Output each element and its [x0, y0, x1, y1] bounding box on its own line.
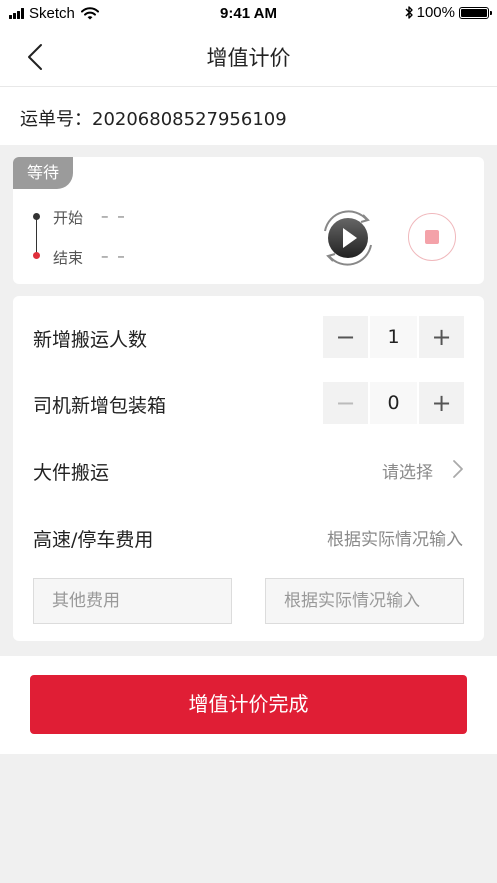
battery-icon — [459, 6, 492, 19]
timeline — [32, 213, 41, 259]
page-title: 增值计价 — [206, 46, 291, 70]
boxes-label: 司机新增包装箱 — [33, 395, 167, 417]
end-label: 结束 — [53, 249, 84, 267]
movers-plus-button[interactable]: + — [419, 316, 464, 358]
status-right: 100% — [404, 4, 492, 21]
start-label: 开始 — [53, 209, 84, 227]
nav-bar: 增值计价 — [0, 28, 497, 87]
start-dot-icon — [33, 213, 40, 220]
other-fee-name-input[interactable] — [33, 578, 232, 624]
boxes-minus-button[interactable]: − — [323, 382, 368, 424]
bottom-action-area: 增值计价完成 — [0, 656, 497, 754]
movers-value: 1 — [370, 316, 417, 358]
status-badge: 等待 — [13, 157, 73, 189]
timer-card: 等待 开始 – – 结束 – – — [13, 157, 484, 284]
order-number-bar: 运单号：20206808527956109 — [0, 87, 497, 145]
large-item-select[interactable]: 请选择 — [382, 458, 433, 483]
movers-label: 新增搬运人数 — [33, 329, 148, 351]
boxes-value: 0 — [370, 382, 417, 424]
boxes-stepper: − 0 + — [323, 382, 464, 424]
complete-pricing-button[interactable]: 增值计价完成 — [30, 675, 467, 734]
status-bar: Sketch 9:41 AM 100% — [0, 0, 497, 28]
pricing-form-card: 新增搬运人数 − 1 + 司机新增包装箱 − 0 + 大件搬运 请选择 高速/停… — [13, 296, 484, 641]
end-time-value: – – — [101, 247, 127, 265]
boxes-plus-button[interactable]: + — [419, 382, 464, 424]
timeline-line — [36, 218, 37, 253]
end-dot-icon — [33, 252, 40, 259]
stop-icon — [425, 230, 439, 244]
play-button[interactable] — [319, 209, 377, 267]
stop-button[interactable] — [408, 213, 456, 261]
movers-minus-button[interactable]: − — [323, 316, 368, 358]
highway-fee-input[interactable]: 根据实际情况输入 — [327, 525, 463, 550]
other-fee-amount-input[interactable] — [265, 578, 464, 624]
bluetooth-icon — [405, 6, 413, 19]
large-item-label: 大件搬运 — [33, 462, 110, 484]
highway-fee-label: 高速/停车费用 — [33, 529, 154, 551]
order-number: 运单号：20206808527956109 — [20, 109, 287, 130]
chevron-right-icon[interactable] — [452, 459, 464, 479]
movers-stepper: − 1 + — [323, 316, 464, 358]
battery-percent: 100% — [416, 4, 455, 21]
start-time-value: – – — [101, 207, 127, 225]
